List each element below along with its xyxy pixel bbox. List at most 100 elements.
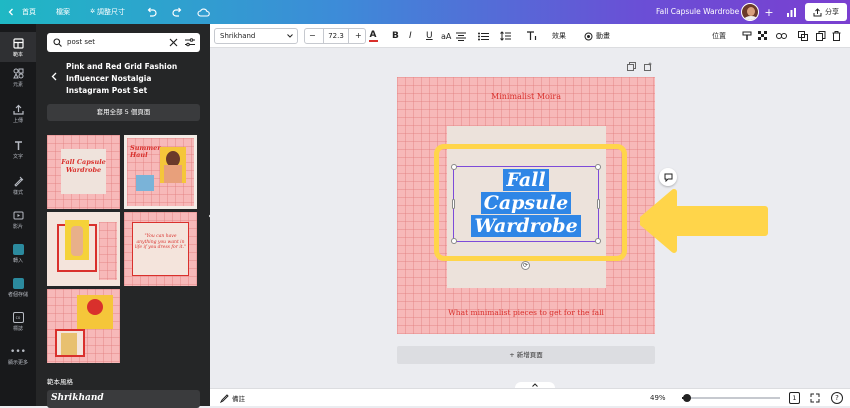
notes-button[interactable]: 備註 bbox=[220, 389, 245, 407]
underline-icon[interactable]: U bbox=[426, 24, 433, 48]
page-number-button[interactable]: 1 bbox=[789, 392, 800, 404]
font-style-preview[interactable]: Shrikhand bbox=[47, 390, 200, 408]
subtitle-text[interactable]: What minimalist pieces to get for the fa… bbox=[397, 308, 655, 317]
zoom-slider[interactable] bbox=[682, 394, 780, 402]
top-bar: 首頁 檔案 ✲ 調整尺寸 Fall Capsule Wardrobe + 分享 bbox=[0, 0, 850, 24]
redo-icon[interactable] bbox=[170, 5, 184, 19]
file-menu[interactable]: 檔案 bbox=[56, 0, 70, 24]
rail-label: 上傳 bbox=[12, 118, 23, 124]
apply-all-pages-button[interactable]: 套用全部 5 個頁面 bbox=[47, 104, 200, 121]
resize-handle[interactable] bbox=[451, 238, 457, 244]
design-page[interactable]: Minimalist Moira Fall Capsule Wardrobe ⟳… bbox=[397, 77, 655, 334]
italic-icon[interactable]: I bbox=[409, 24, 412, 48]
storage-icon bbox=[12, 278, 24, 289]
transparency-icon[interactable] bbox=[758, 24, 768, 48]
font-size-input[interactable]: 72.3 bbox=[323, 29, 349, 43]
add-collaborator-icon[interactable]: + bbox=[762, 5, 776, 19]
templates-panel: post set Pink and Red Grid Fashion Influ… bbox=[36, 24, 210, 408]
template-icon bbox=[12, 38, 24, 49]
notes-label: 備註 bbox=[232, 395, 245, 403]
rail-item-text[interactable]: 文字 bbox=[0, 140, 36, 166]
group-icon[interactable] bbox=[798, 24, 808, 48]
template-thumb-quote[interactable]: "You can have anything you want in life … bbox=[124, 212, 197, 286]
template-thumb-fall-capsule[interactable]: Fall Capsule Wardrobe bbox=[47, 135, 120, 209]
template-thumb-summer-haul[interactable]: Summer Haul bbox=[124, 135, 197, 209]
effects-button[interactable]: 效果 bbox=[552, 24, 566, 48]
rail-item-more[interactable]: ••• 顯示更多 bbox=[0, 348, 36, 374]
bold-icon[interactable]: B bbox=[392, 24, 399, 48]
rail-label: 影片 bbox=[12, 224, 23, 230]
rail-label: 範本 bbox=[12, 52, 23, 58]
delete-trash-icon[interactable] bbox=[832, 24, 841, 48]
rail-item-styles[interactable]: 樣式 bbox=[0, 176, 36, 202]
text-color-button[interactable]: A bbox=[366, 24, 380, 48]
side-rail: 範本 元素 上傳 文字 樣式 影片 轉入 者個存儲 co 標誌 ••• 顯示更多 bbox=[0, 24, 36, 406]
home-link[interactable]: 首頁 bbox=[22, 0, 36, 24]
rail-label: 顯示更多 bbox=[7, 360, 28, 366]
comment-plus-icon bbox=[664, 173, 672, 182]
template-set-title: Pink and Red Grid Fashion Influencer Nos… bbox=[66, 62, 178, 95]
resize-button[interactable]: ✲ 調整尺寸 bbox=[90, 0, 125, 24]
rail-item-video[interactable]: 影片 bbox=[0, 210, 36, 236]
rotate-handle-icon[interactable]: ⟳ bbox=[521, 261, 530, 270]
share-button[interactable]: 分享 bbox=[805, 3, 847, 21]
insights-chart-icon[interactable] bbox=[784, 5, 798, 19]
font-family-select[interactable]: Shrikhand bbox=[214, 28, 298, 44]
font-size-stepper[interactable]: − 72.3 + bbox=[304, 28, 366, 44]
notes-icon bbox=[220, 393, 229, 403]
headline-line: Fall bbox=[503, 169, 549, 191]
styles-icon bbox=[13, 176, 23, 187]
font-size-decrease[interactable]: − bbox=[309, 29, 316, 43]
document-title[interactable]: Fall Capsule Wardrobe bbox=[656, 0, 739, 24]
back-arrow-icon[interactable] bbox=[51, 72, 58, 81]
animate-button[interactable]: 動畫 bbox=[584, 24, 610, 48]
font-family-value: Shrikhand bbox=[220, 32, 256, 40]
rail-item-templates[interactable]: 範本 bbox=[0, 32, 36, 62]
font-preview-label: Shrikhand bbox=[51, 393, 104, 403]
rail-item-uploads[interactable]: 上傳 bbox=[0, 104, 36, 130]
cloud-saved-icon[interactable] bbox=[196, 5, 210, 19]
filter-sliders-icon[interactable] bbox=[185, 38, 195, 47]
clear-search-icon[interactable] bbox=[169, 38, 178, 47]
rail-item-logos[interactable]: co 標誌 bbox=[0, 312, 36, 338]
brand-name[interactable]: Minimalist Moira bbox=[397, 92, 655, 101]
rail-item-storage[interactable]: 者個存儲 bbox=[0, 278, 36, 304]
search-input[interactable]: post set bbox=[67, 33, 95, 52]
help-question-icon[interactable]: ? bbox=[831, 392, 843, 404]
zoom-slider-thumb[interactable] bbox=[683, 394, 691, 402]
align-center-icon[interactable] bbox=[456, 24, 466, 48]
resize-label: 調整尺寸 bbox=[97, 8, 126, 16]
fullscreen-icon[interactable] bbox=[810, 393, 820, 405]
link-icon[interactable] bbox=[776, 24, 787, 48]
rail-item-elements[interactable]: 元素 bbox=[0, 68, 36, 94]
position-button[interactable]: 位置 bbox=[712, 24, 726, 48]
headline-line: Capsule bbox=[480, 192, 572, 214]
letter-case-icon[interactable]: aA bbox=[441, 24, 451, 48]
duplicate-page-icon[interactable] bbox=[627, 62, 636, 73]
template-thumb-photo-frame[interactable] bbox=[47, 212, 120, 286]
font-size-increase[interactable]: + bbox=[355, 29, 362, 43]
undo-icon[interactable] bbox=[144, 5, 158, 19]
line-spacing-icon[interactable] bbox=[500, 24, 511, 48]
headline-text[interactable]: Fall Capsule Wardrobe bbox=[453, 169, 599, 238]
add-comment-button[interactable] bbox=[659, 168, 677, 186]
back-chevron-icon[interactable] bbox=[4, 5, 18, 19]
search-box[interactable]: post set bbox=[47, 33, 200, 52]
chevron-down-icon bbox=[287, 34, 293, 38]
text-direction-icon[interactable] bbox=[526, 24, 537, 48]
animate-icon bbox=[584, 32, 593, 40]
editor-toolbar: Shrikhand − 72.3 + A B I U aA 效果 動畫 位置 bbox=[210, 24, 850, 48]
rail-item-import[interactable]: 轉入 bbox=[0, 244, 36, 270]
animate-label: 動畫 bbox=[596, 32, 610, 40]
add-page-icon[interactable] bbox=[644, 62, 653, 73]
resize-handle[interactable] bbox=[595, 238, 601, 244]
yellow-pointer-arrow bbox=[640, 189, 768, 253]
copy-icon[interactable] bbox=[816, 24, 826, 48]
import-icon bbox=[12, 244, 24, 255]
user-avatar[interactable] bbox=[741, 3, 759, 21]
rail-label: 者個存儲 bbox=[7, 292, 28, 298]
paint-format-icon[interactable] bbox=[742, 24, 752, 48]
add-page-button[interactable]: + 新增頁面 bbox=[397, 346, 655, 364]
template-thumb-portrait[interactable] bbox=[47, 289, 120, 363]
list-icon[interactable] bbox=[478, 24, 489, 48]
